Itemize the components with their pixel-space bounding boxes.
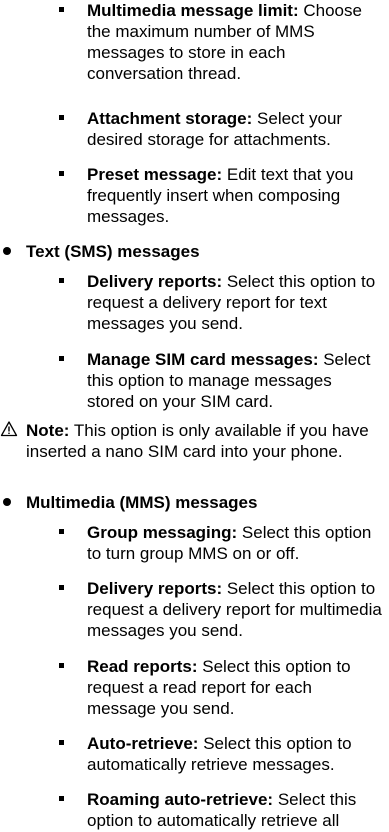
item-term: Roaming auto-retrieve: <box>87 790 274 809</box>
note-text: This option is only available if you hav… <box>26 421 369 461</box>
item-term: Preset message: <box>87 165 223 184</box>
square-bullet-icon <box>59 115 64 120</box>
list-item-attachment-storage: Attachment storage: Select your desired … <box>0 108 389 150</box>
list-item-preset-message: Preset message: Edit text that you frequ… <box>0 164 389 227</box>
square-bullet-icon <box>59 171 64 176</box>
item-term: Group messaging: <box>87 523 238 542</box>
note-label: Note: <box>26 421 70 440</box>
square-bullet-icon <box>59 663 64 668</box>
item-term: Auto-retrieve: <box>87 734 199 753</box>
list-item-sms-delivery-reports: Delivery reports: Select this option to … <box>0 271 389 334</box>
round-bullet-icon <box>3 247 11 255</box>
square-bullet-icon <box>59 356 64 361</box>
item-term: Manage SIM card messages: <box>87 350 319 369</box>
list-item-manage-sim-card-messages: Manage SIM card messages: Select this op… <box>0 349 389 412</box>
round-bullet-icon <box>3 498 11 506</box>
list-item-read-reports: Read reports: Select this option to requ… <box>0 656 389 719</box>
section-heading-text-sms-messages: Text (SMS) messages <box>0 241 389 262</box>
item-term: Delivery reports: <box>87 579 223 598</box>
list-item-multimedia-message-limit: Multimedia message limit: Choose the max… <box>0 0 389 84</box>
item-term: Delivery reports: <box>87 272 223 291</box>
note-sim-card: Note: This option is only available if y… <box>0 420 389 462</box>
warning-triangle-icon <box>0 421 18 437</box>
square-bullet-icon <box>59 740 64 745</box>
list-item-auto-retrieve: Auto-retrieve: Select this option to aut… <box>0 733 389 775</box>
square-bullet-icon <box>59 7 64 12</box>
section-heading-multimedia-mms-messages: Multimedia (MMS) messages <box>0 492 389 513</box>
list-item-roaming-auto-retrieve: Roaming auto-retrieve: Select this optio… <box>0 789 389 831</box>
square-bullet-icon <box>59 278 64 283</box>
item-term: Read reports: <box>87 657 198 676</box>
square-bullet-icon <box>59 585 64 590</box>
item-term: Attachment storage: <box>87 109 253 128</box>
item-term: Multimedia message limit: <box>87 1 299 20</box>
list-item-mms-delivery-reports: Delivery reports: Select this option to … <box>0 578 389 641</box>
section-heading-label: Text (SMS) messages <box>26 242 200 261</box>
section-heading-label: Multimedia (MMS) messages <box>26 493 258 512</box>
square-bullet-icon <box>59 796 64 801</box>
list-item-group-messaging: Group messaging: Select this option to t… <box>0 522 389 564</box>
square-bullet-icon <box>59 529 64 534</box>
